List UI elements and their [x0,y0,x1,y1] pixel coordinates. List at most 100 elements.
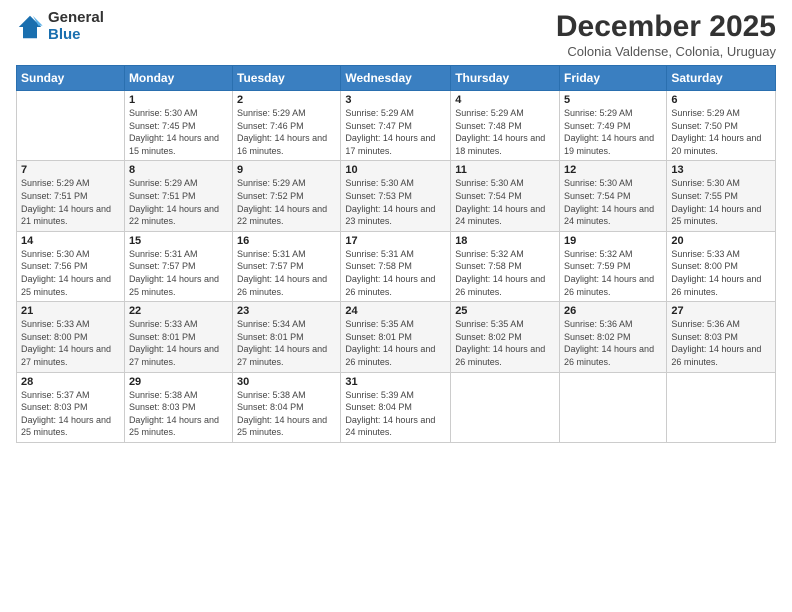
day-info: Sunrise: 5:35 AM Sunset: 8:01 PM Dayligh… [345,318,446,368]
day-number: 21 [21,305,120,317]
day-info: Sunrise: 5:29 AM Sunset: 7:46 PM Dayligh… [237,107,336,157]
day-info: Sunrise: 5:30 AM Sunset: 7:56 PM Dayligh… [21,248,120,298]
calendar-header-wednesday: Wednesday [341,66,451,91]
calendar-cell: 6Sunrise: 5:29 AM Sunset: 7:50 PM Daylig… [667,91,776,161]
day-number: 26 [564,305,662,317]
day-number: 29 [129,376,228,388]
day-number: 5 [564,94,662,106]
day-number: 7 [21,164,120,176]
day-number: 18 [455,235,555,247]
day-info: Sunrise: 5:36 AM Sunset: 8:02 PM Dayligh… [564,318,662,368]
calendar-header-saturday: Saturday [667,66,776,91]
calendar-cell: 10Sunrise: 5:30 AM Sunset: 7:53 PM Dayli… [341,161,451,231]
day-info: Sunrise: 5:37 AM Sunset: 8:03 PM Dayligh… [21,389,120,439]
calendar-cell: 2Sunrise: 5:29 AM Sunset: 7:46 PM Daylig… [233,91,341,161]
day-number: 9 [237,164,336,176]
logo-text: General Blue [48,10,104,43]
day-info: Sunrise: 5:30 AM Sunset: 7:45 PM Dayligh… [129,107,228,157]
calendar-cell: 18Sunrise: 5:32 AM Sunset: 7:58 PM Dayli… [451,231,560,301]
calendar-week-row: 28Sunrise: 5:37 AM Sunset: 8:03 PM Dayli… [17,372,776,442]
day-number: 25 [455,305,555,317]
day-number: 16 [237,235,336,247]
calendar-cell: 24Sunrise: 5:35 AM Sunset: 8:01 PM Dayli… [341,302,451,372]
calendar-cell [17,91,125,161]
day-number: 23 [237,305,336,317]
calendar-cell [560,372,667,442]
calendar-cell: 27Sunrise: 5:36 AM Sunset: 8:03 PM Dayli… [667,302,776,372]
day-number: 8 [129,164,228,176]
calendar-cell: 9Sunrise: 5:29 AM Sunset: 7:52 PM Daylig… [233,161,341,231]
day-info: Sunrise: 5:33 AM Sunset: 8:00 PM Dayligh… [21,318,120,368]
day-info: Sunrise: 5:29 AM Sunset: 7:49 PM Dayligh… [564,107,662,157]
page: General Blue December 2025 Colonia Valde… [0,0,792,612]
day-info: Sunrise: 5:30 AM Sunset: 7:55 PM Dayligh… [671,177,771,227]
calendar-cell: 30Sunrise: 5:38 AM Sunset: 8:04 PM Dayli… [233,372,341,442]
day-info: Sunrise: 5:29 AM Sunset: 7:47 PM Dayligh… [345,107,446,157]
calendar-cell: 15Sunrise: 5:31 AM Sunset: 7:57 PM Dayli… [124,231,232,301]
calendar-cell: 14Sunrise: 5:30 AM Sunset: 7:56 PM Dayli… [17,231,125,301]
day-info: Sunrise: 5:29 AM Sunset: 7:51 PM Dayligh… [129,177,228,227]
calendar-header-friday: Friday [560,66,667,91]
calendar-cell: 5Sunrise: 5:29 AM Sunset: 7:49 PM Daylig… [560,91,667,161]
day-number: 2 [237,94,336,106]
day-number: 3 [345,94,446,106]
day-number: 12 [564,164,662,176]
day-info: Sunrise: 5:32 AM Sunset: 7:59 PM Dayligh… [564,248,662,298]
day-info: Sunrise: 5:29 AM Sunset: 7:50 PM Dayligh… [671,107,771,157]
day-number: 19 [564,235,662,247]
calendar-cell: 11Sunrise: 5:30 AM Sunset: 7:54 PM Dayli… [451,161,560,231]
day-info: Sunrise: 5:29 AM Sunset: 7:48 PM Dayligh… [455,107,555,157]
day-info: Sunrise: 5:30 AM Sunset: 7:54 PM Dayligh… [455,177,555,227]
day-number: 20 [671,235,771,247]
calendar-header-row: SundayMondayTuesdayWednesdayThursdayFrid… [17,66,776,91]
day-info: Sunrise: 5:38 AM Sunset: 8:03 PM Dayligh… [129,389,228,439]
day-info: Sunrise: 5:34 AM Sunset: 8:01 PM Dayligh… [237,318,336,368]
calendar-cell: 26Sunrise: 5:36 AM Sunset: 8:02 PM Dayli… [560,302,667,372]
day-number: 10 [345,164,446,176]
calendar-cell: 20Sunrise: 5:33 AM Sunset: 8:00 PM Dayli… [667,231,776,301]
day-info: Sunrise: 5:31 AM Sunset: 7:57 PM Dayligh… [129,248,228,298]
day-number: 13 [671,164,771,176]
logo: General Blue [16,10,104,43]
title-area: December 2025 Colonia Valdense, Colonia,… [556,10,776,59]
logo-blue-text: Blue [48,27,104,44]
day-number: 27 [671,305,771,317]
calendar-cell: 7Sunrise: 5:29 AM Sunset: 7:51 PM Daylig… [17,161,125,231]
day-info: Sunrise: 5:36 AM Sunset: 8:03 PM Dayligh… [671,318,771,368]
day-info: Sunrise: 5:33 AM Sunset: 8:00 PM Dayligh… [671,248,771,298]
day-number: 15 [129,235,228,247]
calendar-header-tuesday: Tuesday [233,66,341,91]
calendar-cell: 31Sunrise: 5:39 AM Sunset: 8:04 PM Dayli… [341,372,451,442]
calendar-cell: 22Sunrise: 5:33 AM Sunset: 8:01 PM Dayli… [124,302,232,372]
calendar-week-row: 14Sunrise: 5:30 AM Sunset: 7:56 PM Dayli… [17,231,776,301]
calendar-week-row: 7 Sunrise: 5:29 AM Sunset: 7:51 PM Daylig… [17,161,776,231]
calendar-cell: 16Sunrise: 5:31 AM Sunset: 7:57 PM Dayli… [233,231,341,301]
calendar-cell: 13Sunrise: 5:30 AM Sunset: 7:55 PM Dayli… [667,161,776,231]
calendar-cell: 1Sunrise: 5:30 AM Sunset: 7:45 PM Daylig… [124,91,232,161]
calendar-cell: 25Sunrise: 5:35 AM Sunset: 8:02 PM Dayli… [451,302,560,372]
calendar-cell [667,372,776,442]
logo-icon [16,13,44,41]
day-info: Sunrise: 5:31 AM Sunset: 7:58 PM Dayligh… [345,248,446,298]
day-info: Sunrise: 5:39 AM Sunset: 8:04 PM Dayligh… [345,389,446,439]
calendar-cell: 8Sunrise: 5:29 AM Sunset: 7:51 PM Daylig… [124,161,232,231]
header: General Blue December 2025 Colonia Valde… [16,10,776,59]
day-info: Sunrise: 5:35 AM Sunset: 8:02 PM Dayligh… [455,318,555,368]
calendar-cell: 21Sunrise: 5:33 AM Sunset: 8:00 PM Dayli… [17,302,125,372]
day-info: Sunrise: 5:30 AM Sunset: 7:54 PM Dayligh… [564,177,662,227]
calendar-week-row: 1Sunrise: 5:30 AM Sunset: 7:45 PM Daylig… [17,91,776,161]
day-number: 30 [237,376,336,388]
calendar-header-monday: Monday [124,66,232,91]
day-number: 1 [129,94,228,106]
day-info: Sunrise: 5:38 AM Sunset: 8:04 PM Dayligh… [237,389,336,439]
day-number: 17 [345,235,446,247]
day-info: Sunrise: 5:32 AM Sunset: 7:58 PM Dayligh… [455,248,555,298]
calendar-week-row: 21Sunrise: 5:33 AM Sunset: 8:00 PM Dayli… [17,302,776,372]
calendar-table: SundayMondayTuesdayWednesdayThursdayFrid… [16,65,776,443]
day-info: Sunrise: 5:30 AM Sunset: 7:53 PM Dayligh… [345,177,446,227]
calendar-header-sunday: Sunday [17,66,125,91]
day-info: Sunrise: 5:31 AM Sunset: 7:57 PM Dayligh… [237,248,336,298]
day-number: 11 [455,164,555,176]
location-title: Colonia Valdense, Colonia, Uruguay [556,44,776,59]
calendar-cell: 23Sunrise: 5:34 AM Sunset: 8:01 PM Dayli… [233,302,341,372]
